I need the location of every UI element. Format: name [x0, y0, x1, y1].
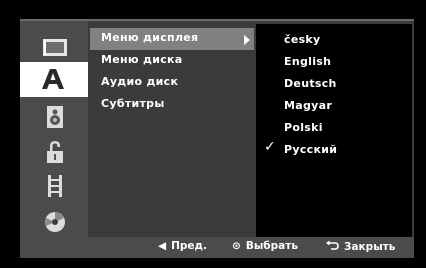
- sidebar-item-audio[interactable]: [22, 99, 86, 134]
- hint-close[interactable]: Закрыть: [326, 240, 395, 253]
- disc-icon: [45, 212, 65, 232]
- sidebar-item-display[interactable]: [22, 31, 86, 66]
- language-option-polish[interactable]: Polski: [284, 121, 323, 134]
- language-option-hungarian[interactable]: Magyar: [284, 99, 332, 112]
- submenu: Меню дисплея Меню диска Аудио диск Субти…: [90, 24, 254, 237]
- language-option-russian[interactable]: Русский: [284, 143, 337, 156]
- submenu-item-disc-audio[interactable]: Аудио диск: [90, 72, 254, 94]
- sidebar: [20, 21, 88, 239]
- hint-previous-label: Пред.: [171, 240, 207, 252]
- setup-menu: Меню дисплея Меню диска Аудио диск Субти…: [20, 19, 414, 239]
- hint-select[interactable]: ⊙ Выбрать: [232, 240, 298, 252]
- return-icon: [326, 240, 339, 253]
- hint-select-label: Выбрать: [245, 240, 298, 252]
- submenu-item-subtitles[interactable]: Субтитры: [90, 94, 254, 116]
- language-option-english[interactable]: English: [284, 55, 331, 68]
- submenu-item-label: Меню диска: [101, 53, 183, 66]
- sidebar-item-language[interactable]: [20, 62, 88, 97]
- sidebar-item-disc[interactable]: [22, 204, 86, 239]
- hint-previous[interactable]: ◀ Пред.: [158, 240, 207, 252]
- film-icon: [48, 175, 62, 197]
- speaker-icon: [47, 106, 63, 128]
- submenu-item-label: Меню дисплея: [101, 31, 199, 44]
- language-option-czech[interactable]: česky: [284, 33, 321, 46]
- submenu-item-display-menu[interactable]: Меню дисплея: [90, 28, 254, 50]
- arrow-left-icon: ◀: [158, 240, 167, 252]
- checkmark-icon: ✓: [264, 139, 276, 155]
- display-icon: [43, 39, 67, 56]
- setup-screen: Меню дисплея Меню диска Аудио диск Субти…: [0, 0, 426, 268]
- lock-icon: [47, 141, 63, 163]
- select-icon: ⊙: [232, 240, 241, 252]
- footer-hints: ◀ Пред. ⊙ Выбрать Закрыть: [20, 237, 414, 258]
- submenu-item-label: Субтитры: [101, 97, 165, 110]
- sidebar-item-lock[interactable]: [22, 134, 86, 169]
- hint-close-label: Закрыть: [344, 241, 396, 253]
- submenu-item-label: Аудио диск: [101, 75, 179, 88]
- arrow-right-icon: [244, 35, 250, 45]
- submenu-item-disc-menu[interactable]: Меню диска: [90, 50, 254, 72]
- language-options: česky English Deutsch Magyar Polski ✓ Ру…: [256, 24, 412, 237]
- language-option-german[interactable]: Deutsch: [284, 77, 337, 90]
- sidebar-item-film[interactable]: [22, 168, 86, 203]
- language-a-icon: [42, 69, 64, 89]
